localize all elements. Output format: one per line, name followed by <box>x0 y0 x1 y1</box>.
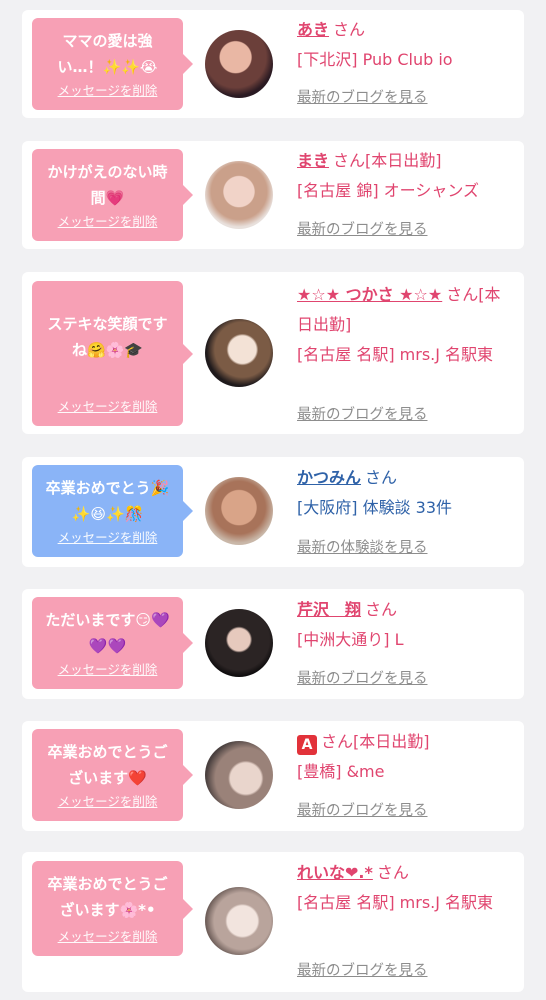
member-name-link[interactable]: れいな❤︎.* <box>297 863 373 882</box>
message-card: 卒業おめでとうございます🌸*• メッセージを削除 れいな❤︎.* さん [名古屋 … <box>22 852 524 992</box>
latest-blog-link[interactable]: 最新のブログを見る <box>297 799 428 820</box>
avatar[interactable] <box>205 477 273 545</box>
work-status: [本日出勤] <box>353 732 430 751</box>
work-status: [本日出勤] <box>365 151 442 170</box>
shop-label: [名古屋 名駅] mrs.J 名駅東 <box>297 893 494 912</box>
member-name-link[interactable]: 芹沢 翔 <box>297 600 361 619</box>
message-text: かけがえのない時間💗 <box>47 163 168 207</box>
member-info: まき さん[本日出勤] [名古屋 錦] オーシャンズ <box>297 146 508 206</box>
latest-blog-link[interactable]: 最新のブログを見る <box>297 667 428 688</box>
shop-label: [豊橋] &me <box>297 762 385 781</box>
message-card: ステキな笑顔ですね🤗🌸🎓 メッセージを削除 ★☆★ つかさ ★☆★ さん[本日出勤… <box>22 272 524 434</box>
member-name-link[interactable]: A <box>297 735 317 755</box>
member-name-link[interactable]: あき <box>297 20 329 39</box>
delete-message-link[interactable]: メッセージを削除 <box>32 80 183 99</box>
shop-label: [名古屋 錦] オーシャンズ <box>297 181 480 200</box>
honorific: さん <box>333 151 366 170</box>
delete-message-link[interactable]: メッセージを削除 <box>32 659 183 678</box>
message-text: ステキな笑顔ですね🤗🌸🎓 <box>47 315 168 359</box>
avatar[interactable] <box>205 741 273 809</box>
avatar[interactable] <box>205 30 273 98</box>
message-text: ただいまです😏💜💜💜 <box>45 611 170 655</box>
message-card: かけがえのない時間💗 メッセージを削除 まき さん[本日出勤] [名古屋 錦] オ… <box>22 141 524 249</box>
member-info: れいな❤︎.* さん [名古屋 名駅] mrs.J 名駅東 <box>297 858 508 918</box>
message-bubble: 卒業おめでとう🎉✨😆✨🎊 メッセージを削除 <box>32 465 193 557</box>
message-text: 卒業おめでとうございます🌸*• <box>47 875 168 919</box>
member-name-link[interactable]: ★☆★ つかさ ★☆★ <box>297 285 442 304</box>
member-info: A さん[本日出勤] [豊橋] &me <box>297 727 508 787</box>
member-info: ★☆★ つかさ ★☆★ さん[本日出勤] [名古屋 名駅] mrs.J 名駅東 <box>297 280 508 370</box>
message-text: ママの愛は強い…！✨✨😭 <box>57 32 158 76</box>
message-bubble: 卒業おめでとうございます🌸*• メッセージを削除 <box>32 861 193 956</box>
message-bubble: 卒業おめでとうございます❤️ メッセージを削除 <box>32 729 193 821</box>
message-bubble: かけがえのない時間💗 メッセージを削除 <box>32 149 193 241</box>
message-card: ママの愛は強い…！✨✨😭 メッセージを削除 あき さん [下北沢] Pub Clu… <box>22 10 524 118</box>
member-info: かつみん さん [大阪府] 体験談 33件 <box>297 463 508 523</box>
latest-blog-link[interactable]: 最新のブログを見る <box>297 403 428 424</box>
shop-label: [名古屋 名駅] mrs.J 名駅東 <box>297 345 494 364</box>
shop-label: [下北沢] Pub Club io <box>297 50 453 69</box>
message-card: ただいまです😏💜💜💜 メッセージを削除 芹沢 翔さん [中洲大通り] L 最新の… <box>22 589 524 699</box>
delete-message-link[interactable]: メッセージを削除 <box>32 791 183 810</box>
avatar[interactable] <box>205 319 273 387</box>
delete-message-link[interactable]: メッセージを削除 <box>32 211 183 230</box>
message-text: 卒業おめでとう🎉✨😆✨🎊 <box>45 479 170 523</box>
delete-message-link[interactable]: メッセージを削除 <box>32 926 183 945</box>
honorific: さん <box>365 600 398 619</box>
member-name-link[interactable]: かつみん <box>297 468 361 487</box>
avatar[interactable] <box>205 887 273 955</box>
message-card: 卒業おめでとう🎉✨😆✨🎊 メッセージを削除 かつみん さん [大阪府] 体験談 3… <box>22 457 524 567</box>
avatar[interactable] <box>205 161 273 229</box>
latest-review-link[interactable]: 最新の体験談を見る <box>297 536 428 557</box>
member-info: 芹沢 翔さん [中洲大通り] L <box>297 595 508 655</box>
honorific: さん <box>365 468 398 487</box>
delete-message-link[interactable]: メッセージを削除 <box>32 527 183 546</box>
message-bubble: ただいまです😏💜💜💜 メッセージを削除 <box>32 597 193 689</box>
latest-blog-link[interactable]: 最新のブログを見る <box>297 86 428 107</box>
honorific: さん <box>333 20 366 39</box>
member-name-link[interactable]: まき <box>297 151 329 170</box>
honorific: さん <box>446 285 479 304</box>
message-bubble: ステキな笑顔ですね🤗🌸🎓 メッセージを削除 <box>32 281 193 426</box>
honorific: さん <box>321 732 354 751</box>
message-card: 卒業おめでとうございます❤️ メッセージを削除 A さん[本日出勤] [豊橋] &… <box>22 721 524 831</box>
message-text: 卒業おめでとうございます❤️ <box>47 743 168 787</box>
member-info: あき さん [下北沢] Pub Club io <box>297 15 508 75</box>
delete-message-link[interactable]: メッセージを削除 <box>32 396 183 415</box>
shop-label: [中洲大通り] L <box>297 630 404 649</box>
latest-blog-link[interactable]: 最新のブログを見る <box>297 959 428 980</box>
message-bubble: ママの愛は強い…！✨✨😭 メッセージを削除 <box>32 18 193 110</box>
honorific: さん <box>376 863 409 882</box>
avatar[interactable] <box>205 609 273 677</box>
shop-label: [大阪府] 体験談 33件 <box>297 498 453 517</box>
latest-blog-link[interactable]: 最新のブログを見る <box>297 218 428 239</box>
message-card-list: ママの愛は強い…！✨✨😭 メッセージを削除 あき さん [下北沢] Pub Clu… <box>0 0 546 1000</box>
